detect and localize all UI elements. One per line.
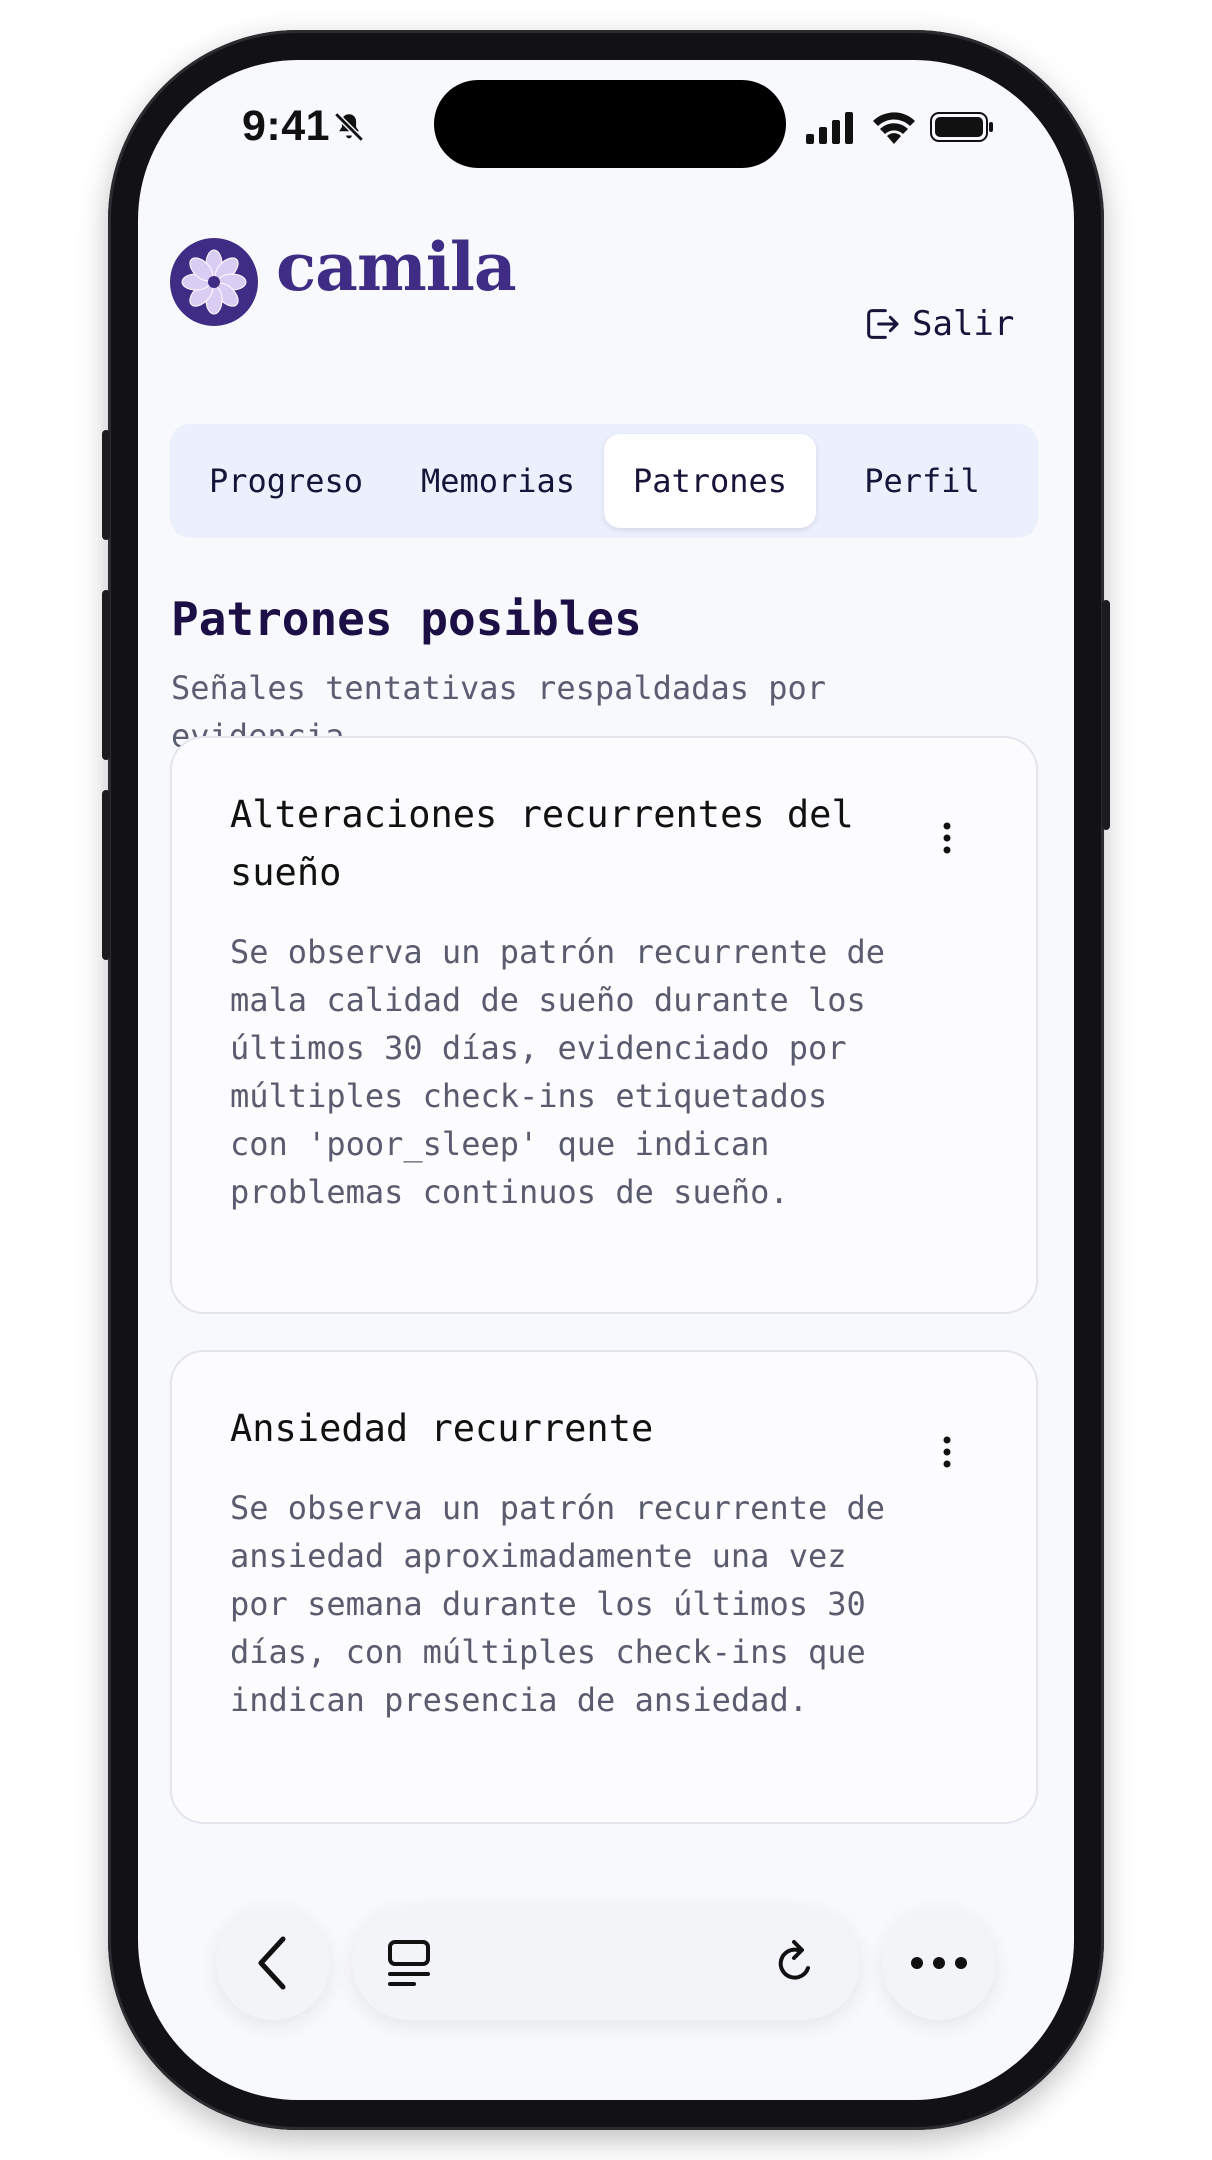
tab-bar: Progreso Memorias Patrones Perfil <box>170 424 1038 538</box>
address-bar[interactable] <box>352 1906 860 2020</box>
page-title: Patrones posibles <box>171 592 642 646</box>
more-menu-button[interactable] <box>882 1906 996 2020</box>
more-icon <box>911 1957 967 1969</box>
tab-memorias[interactable]: Memorias <box>392 434 604 528</box>
wifi-icon <box>873 112 915 144</box>
pattern-title: Ansiedad recurrente <box>230 1407 654 1450</box>
status-time: 9:41 <box>242 102 331 150</box>
logout-button[interactable]: Salir <box>862 300 1014 348</box>
tabs-icon[interactable] <box>386 1938 432 1988</box>
back-button[interactable] <box>216 1906 330 2020</box>
app-screen: 9:41 camila Salir Progreso Memorias Patr… <box>138 60 1074 2100</box>
phone-power-button <box>1102 600 1110 830</box>
back-arrow-icon <box>258 1936 286 1990</box>
pattern-description: Se observa un patrón recurrente de ansie… <box>230 1489 886 1719</box>
reload-icon[interactable] <box>772 1938 818 1988</box>
more-options-icon[interactable] <box>932 818 962 858</box>
battery-icon <box>930 112 993 142</box>
pattern-description: Se observa un patrón recurrente de mala … <box>230 933 886 1211</box>
logout-icon <box>867 309 899 339</box>
logout-label: Salir <box>912 304 1015 344</box>
bell-slash-icon <box>334 112 364 142</box>
camila-logo-icon <box>170 238 258 326</box>
pattern-card: Ansiedad recurrente Se observa un patrón… <box>170 1350 1038 1824</box>
phone-action-button <box>102 430 110 540</box>
more-options-icon[interactable] <box>932 1432 962 1472</box>
brand-name: camila <box>276 228 517 306</box>
tab-progreso[interactable]: Progreso <box>180 434 392 528</box>
dynamic-island <box>434 80 786 168</box>
tab-perfil[interactable]: Perfil <box>816 434 1028 528</box>
cellular-signal-icon <box>806 112 853 144</box>
pattern-title: Alteraciones recurrentes del sueño <box>230 793 854 894</box>
phone-volume-down <box>102 790 110 960</box>
pattern-card: Alteraciones recurrentes del sueño Se ob… <box>170 736 1038 1314</box>
tab-patrones[interactable]: Patrones <box>604 434 816 528</box>
phone-volume-up <box>102 590 110 760</box>
